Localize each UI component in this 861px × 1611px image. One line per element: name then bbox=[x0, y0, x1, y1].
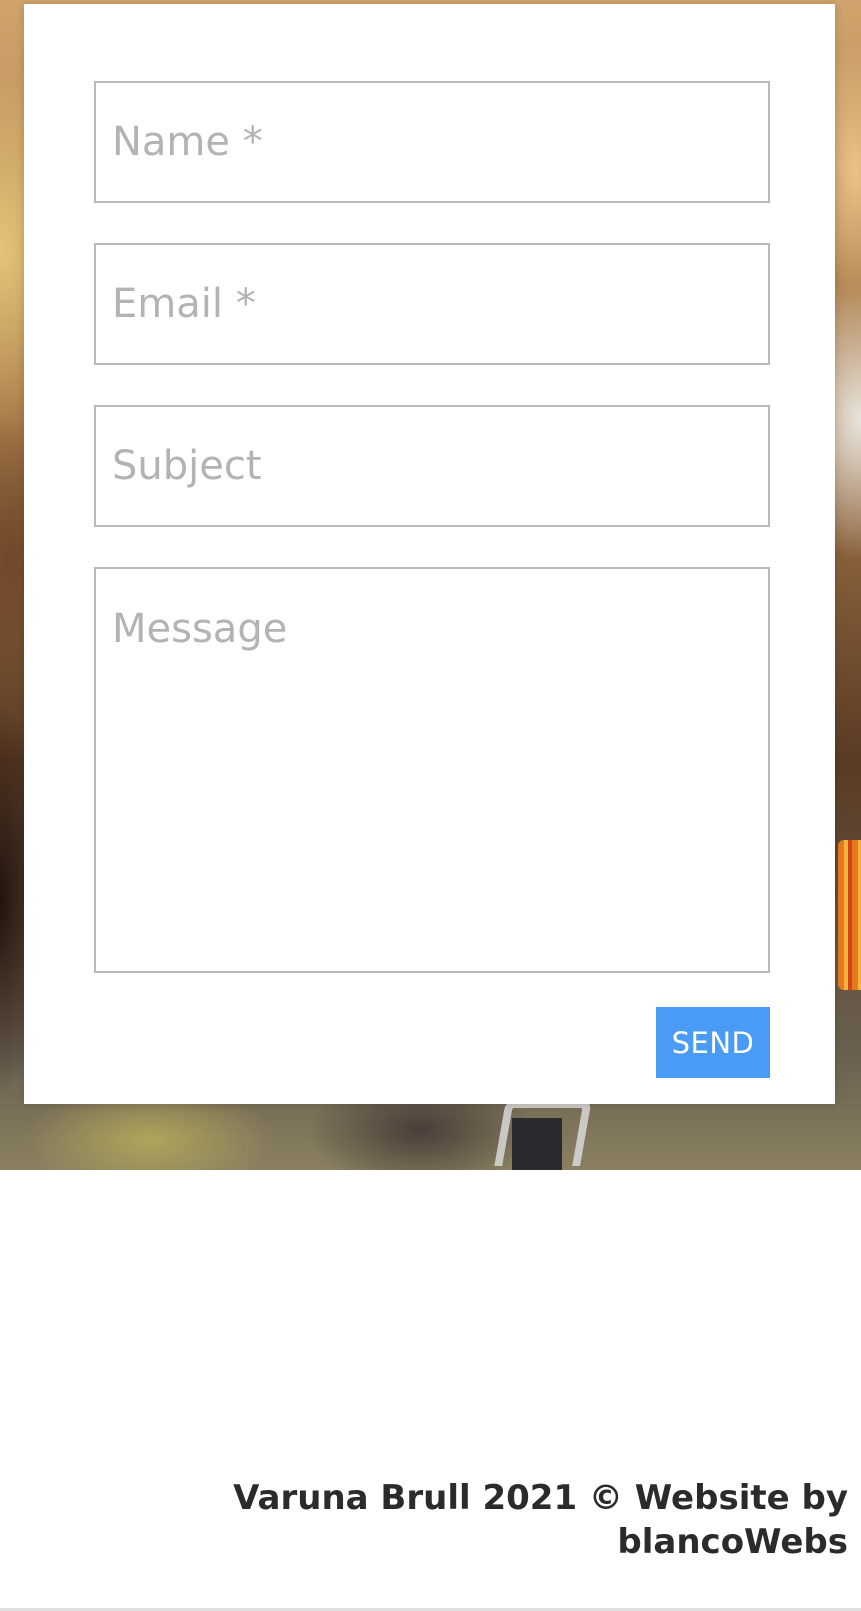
name-input[interactable] bbox=[94, 81, 770, 203]
dog-collar-detail bbox=[838, 840, 861, 990]
subject-input[interactable] bbox=[94, 405, 770, 527]
email-input[interactable] bbox=[94, 243, 770, 365]
harness-buckle-detail bbox=[494, 1100, 592, 1166]
contact-form-card: SEND bbox=[24, 4, 835, 1104]
message-textarea[interactable] bbox=[94, 567, 770, 973]
send-button[interactable]: SEND bbox=[656, 1007, 770, 1078]
footer-copyright: Varuna Brull 2021 © Website by blancoWeb… bbox=[233, 1478, 848, 1562]
